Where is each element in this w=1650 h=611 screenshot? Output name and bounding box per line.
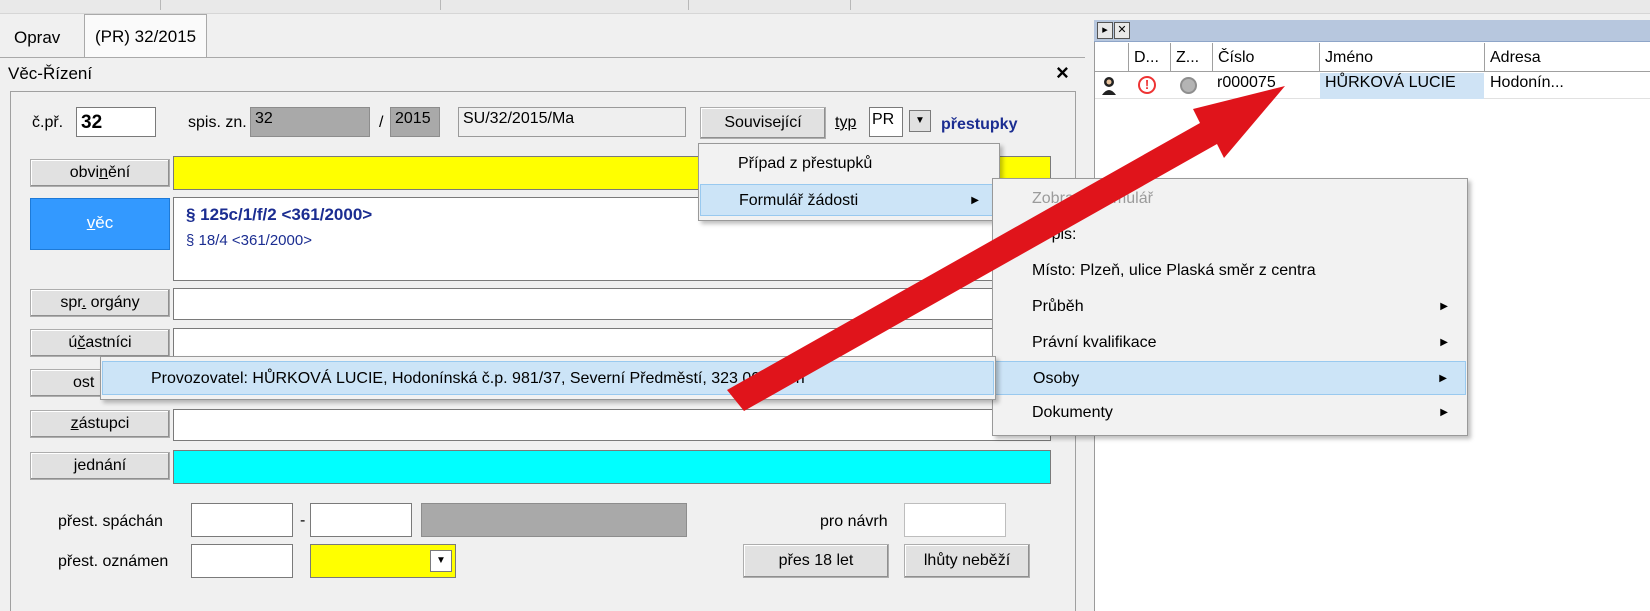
prest-oznamen-label: přest. oznámen — [58, 553, 169, 570]
ucastnici-button[interactable]: účastníci — [30, 329, 170, 357]
formular-zadosti-submenu: Zobrazit formulář Popis: Místo: Plzeň, u… — [992, 178, 1468, 436]
submenu-arrow-icon: ▶ — [1440, 301, 1448, 312]
menu-item-popis[interactable]: Popis: — [994, 219, 1466, 251]
zastupci-button[interactable]: zástupci — [30, 410, 170, 438]
spr-organy-field[interactable] — [173, 288, 1051, 320]
menu-item-osoby[interactable]: Osoby ▶ — [994, 361, 1466, 395]
status-circle-icon — [1180, 77, 1197, 94]
submenu-arrow-icon: ▶ — [1439, 373, 1447, 384]
menu-item-zobrazit-formular[interactable]: Zobrazit formulář — [994, 183, 1466, 215]
pro-navrh-label: pro návrh — [820, 513, 888, 530]
typ-select[interactable]: PR — [869, 107, 903, 137]
typ-name: přestupky — [941, 116, 1018, 133]
spis-label: spis. zn. — [188, 114, 247, 131]
spr-organy-button[interactable]: spr. orgány — [30, 289, 170, 317]
menu-item-formular-zadosti[interactable]: Formulář žádosti ▶ — [700, 184, 998, 216]
cpr-input[interactable]: 32 — [76, 107, 156, 137]
grid-col-header-adresa[interactable]: Adresa — [1484, 43, 1650, 71]
zastupci-field[interactable] — [173, 409, 1051, 441]
prest-spachan-label: přest. spáchán — [58, 513, 163, 530]
souvisejici-button[interactable]: Související — [700, 107, 826, 139]
grid-col-header-z[interactable]: Z... — [1170, 43, 1212, 71]
osoby-submenu: Provozovatel: HŮRKOVÁ LUCIE, Hodonínská … — [100, 356, 996, 400]
spis-number-input[interactable]: 32 — [250, 107, 370, 137]
cpr-label: č.př. — [32, 114, 64, 131]
grid-col-header-jmeno[interactable]: Jméno — [1319, 43, 1484, 71]
vec-line-1: § 125c/1/f/2 <361/2000> — [186, 205, 373, 224]
lhuty-nebezi-button[interactable]: lhůty neběží — [904, 544, 1030, 578]
grid-col-header-d[interactable]: D... — [1128, 43, 1170, 71]
grid-expand-icon[interactable]: ▸ — [1097, 22, 1113, 39]
form-title: Věc-Řízení — [8, 64, 93, 83]
close-icon[interactable]: × — [1056, 60, 1069, 86]
person-icon — [1102, 77, 1116, 95]
submenu-arrow-icon: ▶ — [1440, 337, 1448, 348]
menu-item-dokumenty[interactable]: Dokumenty ▶ — [994, 397, 1466, 429]
jednani-button[interactable]: jednání — [30, 452, 170, 480]
spis-slash: / — [379, 114, 384, 131]
grid-toolbar — [1094, 20, 1650, 42]
pres-18-let-button[interactable]: přes 18 let — [743, 544, 889, 578]
prest-spachan-to-input[interactable] — [310, 503, 412, 537]
submenu-arrow-icon: ▶ — [971, 195, 979, 206]
spis-year-input[interactable]: 2015 — [390, 107, 440, 137]
grid-close-icon[interactable]: ✕ — [1114, 22, 1130, 39]
full-reference-field: SU/32/2015/Ma — [458, 107, 686, 137]
menu-item-provozovatel[interactable]: Provozovatel: HŮRKOVÁ LUCIE, Hodonínská … — [102, 361, 994, 395]
submenu-arrow-icon: ▶ — [1440, 407, 1448, 418]
grid-col-header-cislo[interactable]: Číslo — [1212, 43, 1319, 71]
menu-item-pripad-z-prestupku[interactable]: Případ z přestupků — [700, 148, 998, 180]
prest-oznamen-input[interactable] — [191, 544, 293, 578]
menu-item-prubeh[interactable]: Průběh ▶ — [994, 291, 1466, 323]
vec-button[interactable]: věc — [30, 198, 170, 250]
warning-icon: ! — [1138, 76, 1156, 94]
vec-line-2: § 18/4 <361/2000> — [186, 232, 312, 249]
prest-oznamen-dropdown-icon[interactable]: ▼ — [430, 550, 452, 572]
pro-navrh-input[interactable] — [904, 503, 1006, 537]
obvineni-button[interactable]: obvinění — [30, 159, 170, 187]
tab-pr-32-2015[interactable]: (PR) 32/2015 — [84, 14, 208, 58]
date-range-dash: - — [300, 512, 306, 529]
grid-cell-jmeno: HŮRKOVÁ LUCIE — [1325, 74, 1456, 91]
prest-spachan-info-field — [421, 503, 687, 537]
grid-cell-cislo: r000075 — [1217, 74, 1276, 91]
prest-spachan-from-input[interactable] — [191, 503, 293, 537]
menu-item-pravni-kvalifikace[interactable]: Právní kvalifikace ▶ — [994, 327, 1466, 359]
form-title-bar — [0, 58, 1085, 90]
souvisejici-context-menu: Případ z přestupků Formulář žádosti ▶ — [698, 143, 1000, 221]
jednani-field[interactable] — [173, 450, 1051, 484]
grid-cell-adresa: Hodonín... — [1490, 74, 1564, 91]
top-toolbar-strip — [0, 0, 1650, 14]
typ-label: typ — [835, 114, 857, 131]
menu-item-misto[interactable]: Místo: Plzeň, ulice Plaská směr z centra — [994, 255, 1466, 287]
typ-dropdown-icon[interactable]: ▼ — [909, 110, 931, 132]
tab-oprav[interactable]: Oprav — [4, 18, 71, 58]
